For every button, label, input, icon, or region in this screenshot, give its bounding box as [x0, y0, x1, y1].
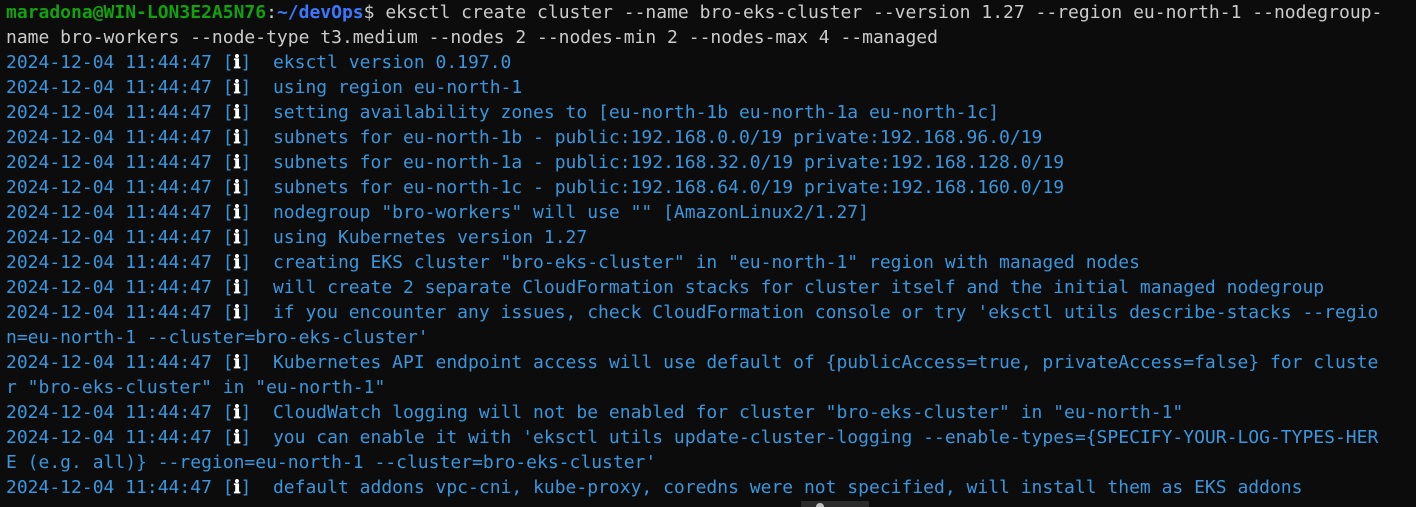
log-timestamp: 2024-12-04 11:44:47: [6, 52, 212, 73]
log-timestamp: 2024-12-04 11:44:47: [6, 252, 212, 273]
log-line: 2024-12-04 11:44:47 [ℹ] subnets for eu-n…: [6, 177, 1065, 198]
log-timestamp: 2024-12-04 11:44:47: [6, 477, 212, 498]
log-timestamp: 2024-12-04 11:44:47: [6, 202, 212, 223]
log-timestamp: 2024-12-04 11:44:47: [6, 177, 212, 198]
log-timestamp: 2024-12-04 11:44:47: [6, 152, 212, 173]
log-timestamp: 2024-12-04 11:44:47: [6, 427, 212, 448]
log-message: creating EKS cluster "bro-eks-cluster" i…: [272, 252, 1140, 273]
prompt-user-host: maradona@WIN-LON3E2A5N76: [6, 2, 267, 23]
log-message: nodegroup "bro-workers" will use "" [Ama…: [272, 202, 869, 223]
log-message: will create 2 separate CloudFormation st…: [272, 277, 1325, 298]
log-message: Kubernetes API endpoint access will use …: [272, 352, 1379, 373]
command-continuation: name bro-workers --node-type t3.medium -…: [6, 27, 938, 48]
log-line: 2024-12-04 11:44:47 [ℹ] CloudWatch loggi…: [6, 402, 1184, 423]
log-message: if you encounter any issues, check Cloud…: [272, 302, 1379, 323]
log-line: 2024-12-04 11:44:47 [ℹ] Kubernetes API e…: [6, 352, 1379, 373]
log-line: 2024-12-04 11:44:47 [ℹ] default addons v…: [6, 477, 1303, 498]
log-line: 2024-12-04 11:44:47 [ℹ] eksctl version 0…: [6, 52, 512, 73]
log-timestamp: 2024-12-04 11:44:47: [6, 277, 212, 298]
log-timestamp: 2024-12-04 11:44:47: [6, 352, 212, 373]
log-line: 2024-12-04 11:44:47 [ℹ] subnets for eu-n…: [6, 152, 1065, 173]
log-line: 2024-12-04 11:44:47 [ℹ] setting availabi…: [6, 102, 1000, 123]
log-line: 2024-12-04 11:44:47 [ℹ] subnets for eu-n…: [6, 127, 1043, 148]
log-line: 2024-12-04 11:44:47 [ℹ] using Kubernetes…: [6, 227, 588, 248]
log-message: eksctl version 0.197.0: [272, 52, 512, 73]
log-line-continuation: n=eu-north-1 --cluster=bro-eks-cluster': [6, 327, 429, 348]
log-line: 2024-12-04 11:44:47 [ℹ] creating EKS clu…: [6, 252, 1140, 273]
log-message: you can enable it with 'eksctl utils upd…: [272, 427, 1379, 448]
terminal-output: maradona@WIN-LON3E2A5N76:~/devOps$ eksct…: [6, 0, 1410, 500]
log-timestamp: 2024-12-04 11:44:47: [6, 102, 212, 123]
log-timestamp: 2024-12-04 11:44:47: [6, 302, 212, 323]
terminal-window[interactable]: maradona@WIN-LON3E2A5N76:~/devOps$ eksct…: [0, 0, 1416, 507]
log-message: subnets for eu-north-1b - public:192.168…: [272, 127, 1043, 148]
prompt-path: ~/devOps: [276, 2, 364, 23]
log-timestamp: 2024-12-04 11:44:47: [6, 77, 212, 98]
scrollbar-thumb[interactable]: [816, 503, 824, 507]
log-line-continuation: r "bro-eks-cluster" in "eu-north-1": [6, 377, 386, 398]
log-timestamp: 2024-12-04 11:44:47: [6, 127, 212, 148]
log-message: default addons vpc-cni, kube-proxy, core…: [272, 477, 1303, 498]
log-line: 2024-12-04 11:44:47 [ℹ] nodegroup "bro-w…: [6, 202, 869, 223]
log-message: CloudWatch logging will not be enabled f…: [272, 402, 1184, 423]
log-line: 2024-12-04 11:44:47 [ℹ] you can enable i…: [6, 427, 1379, 448]
command-line: maradona@WIN-LON3E2A5N76:~/devOps$ eksct…: [6, 0, 1410, 25]
log-message: subnets for eu-north-1c - public:192.168…: [272, 177, 1065, 198]
log-line: 2024-12-04 11:44:47 [ℹ] will create 2 se…: [6, 277, 1325, 298]
log-line: 2024-12-04 11:44:47 [ℹ] using region eu-…: [6, 77, 523, 98]
log-message: subnets for eu-north-1a - public:192.168…: [272, 152, 1065, 173]
log-message: setting availability zones to [eu-north-…: [272, 102, 1000, 123]
log-message: using region eu-north-1: [272, 77, 523, 98]
prompt-symbol: $: [363, 2, 386, 23]
scrollbar-track[interactable]: [801, 501, 869, 507]
log-line-continuation: E (e.g. all)} --region=eu-north-1 --clus…: [6, 452, 657, 473]
prompt-colon: :: [266, 2, 277, 23]
command-text: eksctl create cluster --name bro-eks-clu…: [385, 2, 1383, 23]
log-line: 2024-12-04 11:44:47 [ℹ] if you encounter…: [6, 302, 1379, 323]
log-timestamp: 2024-12-04 11:44:47: [6, 402, 212, 423]
log-timestamp: 2024-12-04 11:44:47: [6, 227, 212, 248]
log-message: using Kubernetes version 1.27: [272, 227, 588, 248]
